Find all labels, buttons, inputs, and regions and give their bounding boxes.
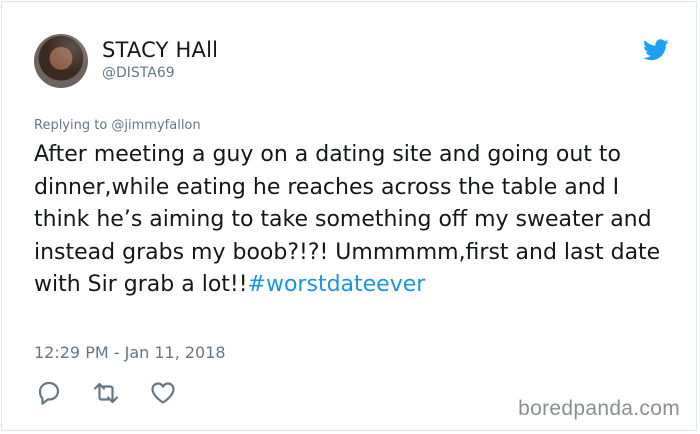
tweet-text: After meeting a guy on a dating site and…	[34, 139, 674, 302]
tweet-timestamp[interactable]: 12:29 PM - Jan 11, 2018	[34, 343, 226, 362]
tweet-card: STACY HAll @DISTA69 Replying to @jimmyfa…	[1, 1, 697, 431]
user-handle[interactable]: @DISTA69	[102, 65, 175, 81]
boredpanda-watermark: boredpanda.com	[518, 397, 680, 420]
retweet-icon[interactable]	[91, 378, 121, 408]
hashtag-link[interactable]: #worstdateever	[248, 272, 426, 297]
display-name[interactable]: STACY HAll	[102, 38, 218, 62]
replying-to[interactable]: Replying to @jimmyfallon	[34, 118, 201, 133]
avatar[interactable]	[34, 34, 88, 88]
reply-icon[interactable]	[34, 378, 64, 408]
twitter-bird-icon[interactable]	[643, 39, 669, 61]
heart-icon[interactable]	[148, 378, 178, 408]
